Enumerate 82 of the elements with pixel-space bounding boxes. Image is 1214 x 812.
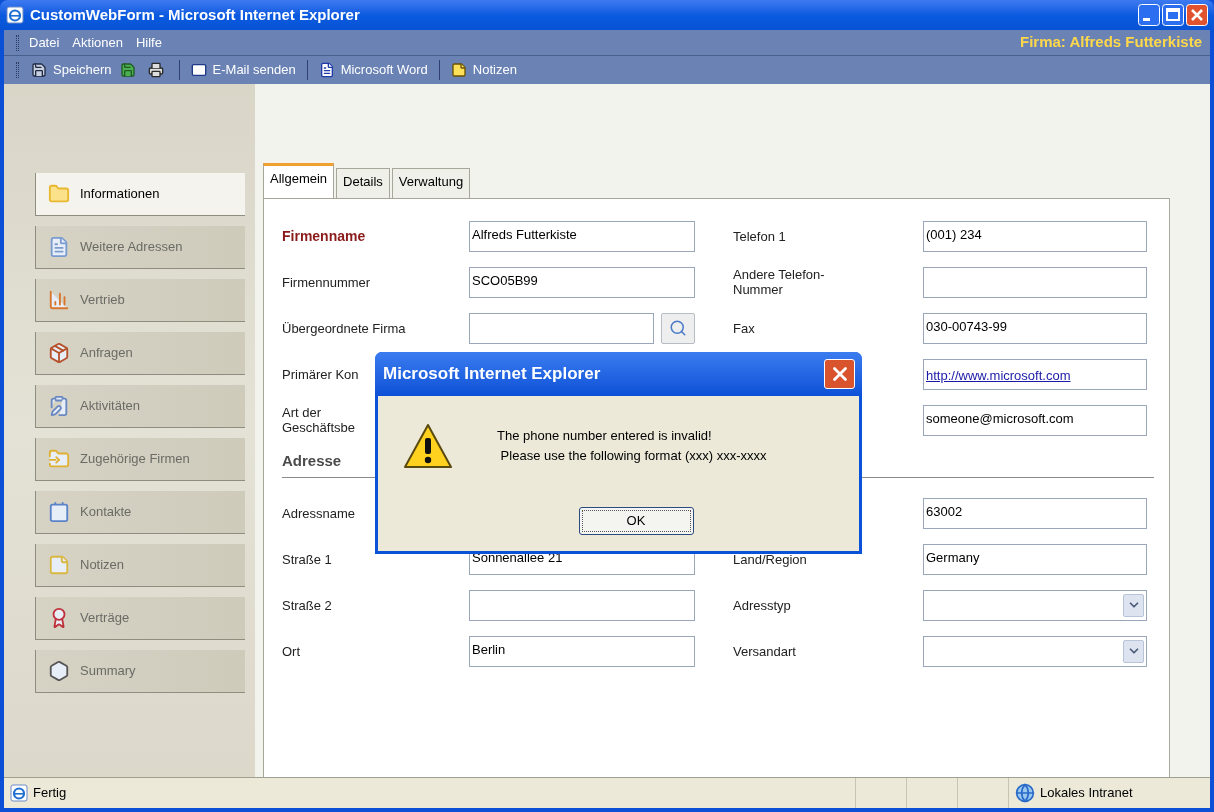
sidebar-item[interactable]: Kontakte [35,491,245,534]
browser-icon [6,6,24,24]
sidebar-item[interactable]: Vertrieb [35,279,245,322]
document-icon [48,236,70,258]
text-field[interactable]: someone@microsoft.com [923,404,1147,436]
window-title: CustomWebForm - Microsoft Internet Explorer [30,4,360,25]
text-field[interactable]: (001) 234 [923,220,1147,252]
menu-item[interactable]: Aktionen [72,32,123,53]
field-label: Straße 2 [282,597,332,613]
text-field[interactable]: Alfreds Futterkiste [469,220,695,252]
text-field[interactable] [469,589,695,621]
toolbar-button[interactable]: Microsoft Word [316,60,430,80]
toolbar-button[interactable]: Speichern [29,60,114,80]
page-icon [10,784,28,802]
save-icon [31,62,47,78]
field-label: Straße 1 [282,551,332,567]
sidebar-item[interactable]: Anfragen [35,332,245,375]
menu-item[interactable]: Hilfe [135,32,162,53]
note-icon [450,62,467,78]
field-label: Versandart [733,643,796,659]
field-label: Andere Telefon- Nummer [733,267,825,297]
lookup-field[interactable] [469,312,654,344]
lookup-button[interactable] [661,312,695,344]
field-label: Adressname [282,505,355,521]
field-label: Ort [282,643,301,659]
note-icon [48,554,70,576]
dropdown-field[interactable] [923,635,1147,667]
toolbar-button[interactable]: Notizen [448,60,519,80]
field-label: Primärer Kon [282,366,359,382]
menu-item[interactable]: Datei [29,32,60,53]
field-label: Übergeordnete Firma [282,320,406,336]
text-field[interactable]: Germany [923,543,1147,575]
text-field[interactable]: SCO05B99 [469,266,695,298]
sidebar-item[interactable]: Verträge [35,597,245,640]
maximize-icon[interactable] [1162,4,1184,26]
tab[interactable]: Details [336,168,390,198]
minimize-icon[interactable] [1138,4,1160,26]
field-label: Fax [733,320,755,336]
sidebar-item[interactable]: Aktivitäten [35,385,245,428]
ok-button[interactable]: OK [578,507,694,535]
field-label: Land/Region [733,551,807,567]
status-text: Fertig [33,784,67,803]
toolbar-button[interactable]: E-Mail senden [188,60,298,80]
sidebar-item[interactable]: Zugehörige Firmen [35,438,245,481]
save-icon[interactable] [119,62,136,78]
section-heading: Adresse [282,452,342,469]
search-icon [669,319,687,337]
close-icon[interactable] [1186,4,1208,26]
field-label: Adresstyp [733,597,791,613]
document-icon [318,62,335,78]
text-field[interactable]: 63002 [923,497,1147,529]
text-field[interactable] [923,266,1147,298]
chart-icon [48,289,70,311]
sidebar-item[interactable]: Notizen [35,544,245,587]
field-label: Firmennummer [282,274,371,290]
globe-icon [1015,783,1035,803]
company-title: Firma: Alfreds Futterkiste [1020,32,1202,53]
dropdown-button[interactable] [1123,593,1144,617]
tab[interactable]: Verwaltung [391,168,471,198]
folder-icon [48,183,70,205]
tab[interactable]: Allgemein [263,163,335,198]
close-button[interactable] [824,359,855,389]
zone-text: Lokales Intranet [1040,784,1134,803]
sidebar-item[interactable]: Informationen [35,173,245,216]
sidebar-item[interactable]: Weitere Adressen [35,226,245,269]
warning-icon [403,422,453,470]
field-label: Telefon 1 [733,228,786,244]
dropdown-field[interactable] [923,589,1147,621]
sidebar-item[interactable]: Summary [35,650,245,693]
text-field[interactable]: Berlin [469,635,695,667]
dropdown-button[interactable] [1123,639,1144,663]
text-field[interactable]: 030-00743-99 [923,312,1147,344]
hexagon-icon [48,660,70,682]
field-label: Firmenname [282,228,366,244]
dialog-message: The phone number entered is invalid! [497,427,713,445]
field-label: Art der Geschäftsbe [282,405,355,435]
package-icon [48,342,70,364]
folder-icon [48,448,70,470]
dialog-title: Microsoft Internet Explorer [383,363,601,386]
printer-icon[interactable] [147,62,164,78]
clipboard-icon [48,395,70,417]
dialog-message: Please use the following format (xxx) xxx-xxxx [499,447,767,465]
